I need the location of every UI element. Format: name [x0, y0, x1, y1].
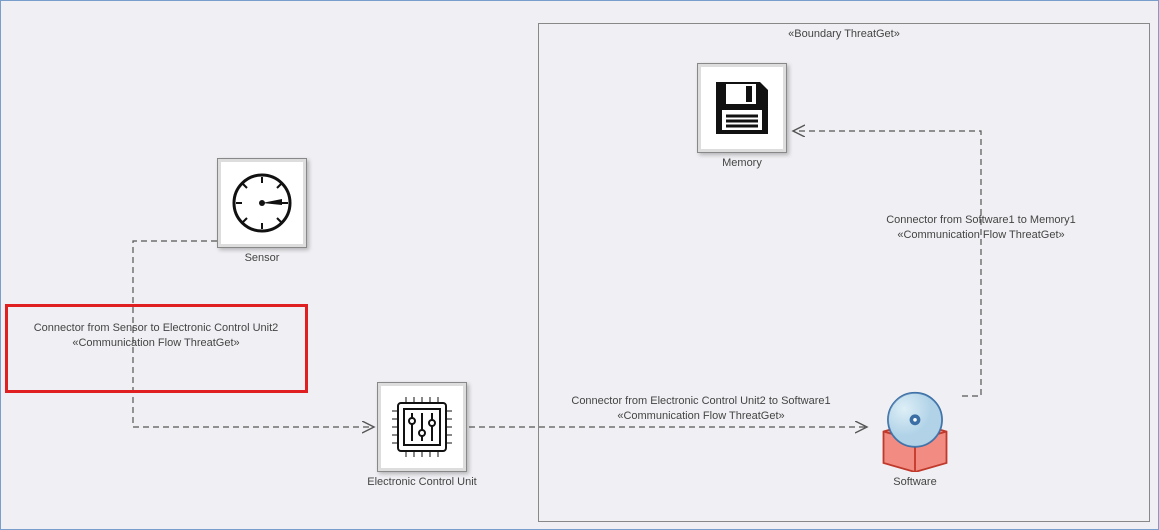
sensor-icon	[217, 158, 307, 248]
node-ecu[interactable]: Electronic Control Unit	[377, 382, 467, 488]
highlight-selection	[5, 304, 308, 393]
ecu-label: Electronic Control Unit	[365, 476, 479, 488]
memory-icon	[697, 63, 787, 153]
label-software-to-memory: Connector from Software1 to Memory1 «Com…	[861, 213, 1101, 244]
node-memory[interactable]: Memory	[697, 63, 787, 169]
label-ecu-to-software-stereo: «Communication Flow ThreatGet»	[541, 409, 861, 424]
node-software[interactable]: Software	[870, 382, 960, 488]
software-label: Software	[870, 476, 960, 488]
node-sensor[interactable]: Sensor	[217, 158, 307, 264]
memory-label: Memory	[697, 157, 787, 169]
label-ecu-to-software: Connector from Electronic Control Unit2 …	[541, 394, 861, 425]
boundary-threatget[interactable]: «Boundary ThreatGet»	[538, 23, 1150, 522]
ecu-icon	[377, 382, 467, 472]
sensor-label: Sensor	[217, 252, 307, 264]
diagram-canvas: «Boundary ThreatGet» Sensor	[0, 0, 1159, 530]
label-software-to-memory-stereo: «Communication Flow ThreatGet»	[861, 228, 1101, 243]
software-icon	[870, 382, 960, 472]
label-ecu-to-software-title: Connector from Electronic Control Unit2 …	[541, 394, 861, 409]
label-software-to-memory-title: Connector from Software1 to Memory1	[861, 213, 1101, 228]
boundary-label: «Boundary ThreatGet»	[539, 28, 1149, 40]
